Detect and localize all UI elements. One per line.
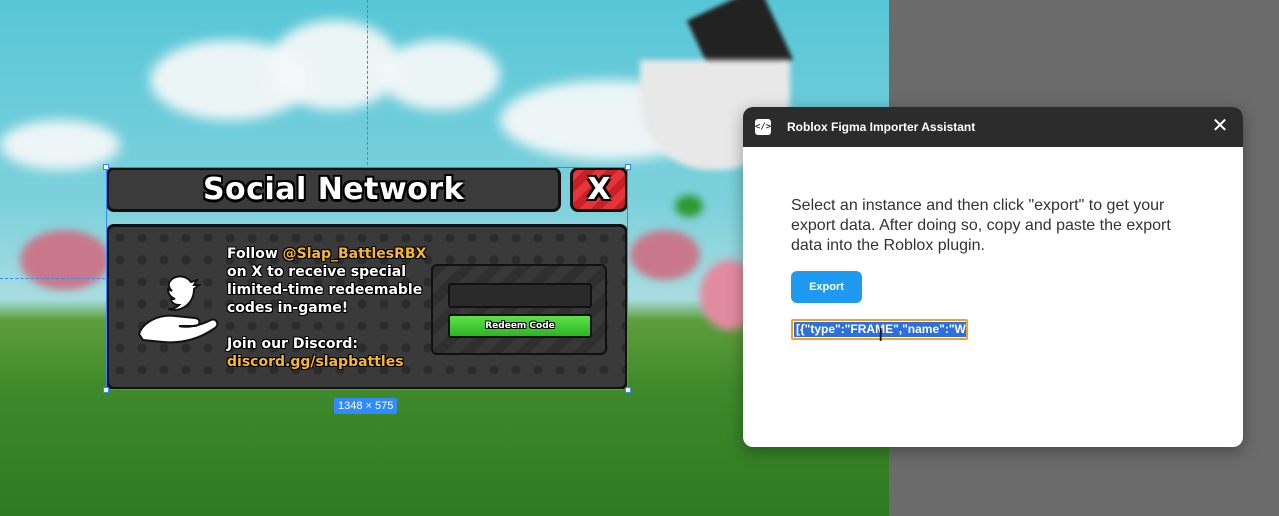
body-panel: Follow @Slap_BattlesRBX on X to receive … — [106, 224, 628, 390]
title-bar: Social Network — [106, 167, 561, 212]
follow-suffix: on X to receive special limited-time red… — [227, 264, 423, 316]
frame-close-button[interactable]: X — [570, 167, 628, 212]
export-button[interactable]: Export — [791, 271, 862, 303]
text-cursor-icon: I — [878, 325, 884, 346]
discord-link: discord.gg/slapbattles — [227, 354, 404, 370]
dimension-badge: 1348 × 575 — [334, 398, 398, 414]
twitter-hand-icon — [131, 272, 223, 357]
tree — [20, 230, 110, 290]
guide-line-horizontal — [0, 278, 105, 279]
tree — [630, 230, 700, 280]
cloud — [270, 20, 400, 110]
tree — [675, 195, 703, 217]
plugin-description: Select an instance and then click "expor… — [791, 197, 1171, 254]
plugin-title: Roblox Figma Importer Assistant — [787, 120, 976, 134]
cloud — [380, 40, 500, 110]
resize-handle-bottom-right[interactable] — [625, 387, 631, 393]
guide-line-vertical — [367, 0, 368, 165]
plugin-window: </> Roblox Figma Importer Assistant ✕ Se… — [743, 107, 1243, 447]
resize-handle-top-left[interactable] — [103, 164, 109, 170]
cloud — [0, 120, 120, 170]
close-icon: X — [587, 171, 611, 207]
follow-info: Follow @Slap_BattlesRBX on X to receive … — [227, 245, 427, 371]
close-icon[interactable]: ✕ — [1211, 116, 1229, 136]
code-input[interactable] — [448, 283, 592, 308]
redeem-box: Redeem Code — [431, 264, 607, 355]
plugin-header: </> Roblox Figma Importer Assistant ✕ — [743, 107, 1243, 147]
frame-title: Social Network — [202, 172, 465, 207]
redeem-code-button[interactable]: Redeem Code — [448, 314, 592, 338]
social-network-frame[interactable]: Social Network X Follow @Slap_BattlesRBX… — [106, 167, 628, 390]
follow-prefix: Follow — [227, 246, 283, 262]
code-icon: </> — [755, 119, 771, 135]
twitter-handle: @Slap_BattlesRBX — [282, 246, 427, 262]
resize-handle-top-right[interactable] — [625, 164, 631, 170]
discord-label: Join our Discord: — [227, 336, 359, 352]
resize-handle-bottom-left[interactable] — [103, 387, 109, 393]
